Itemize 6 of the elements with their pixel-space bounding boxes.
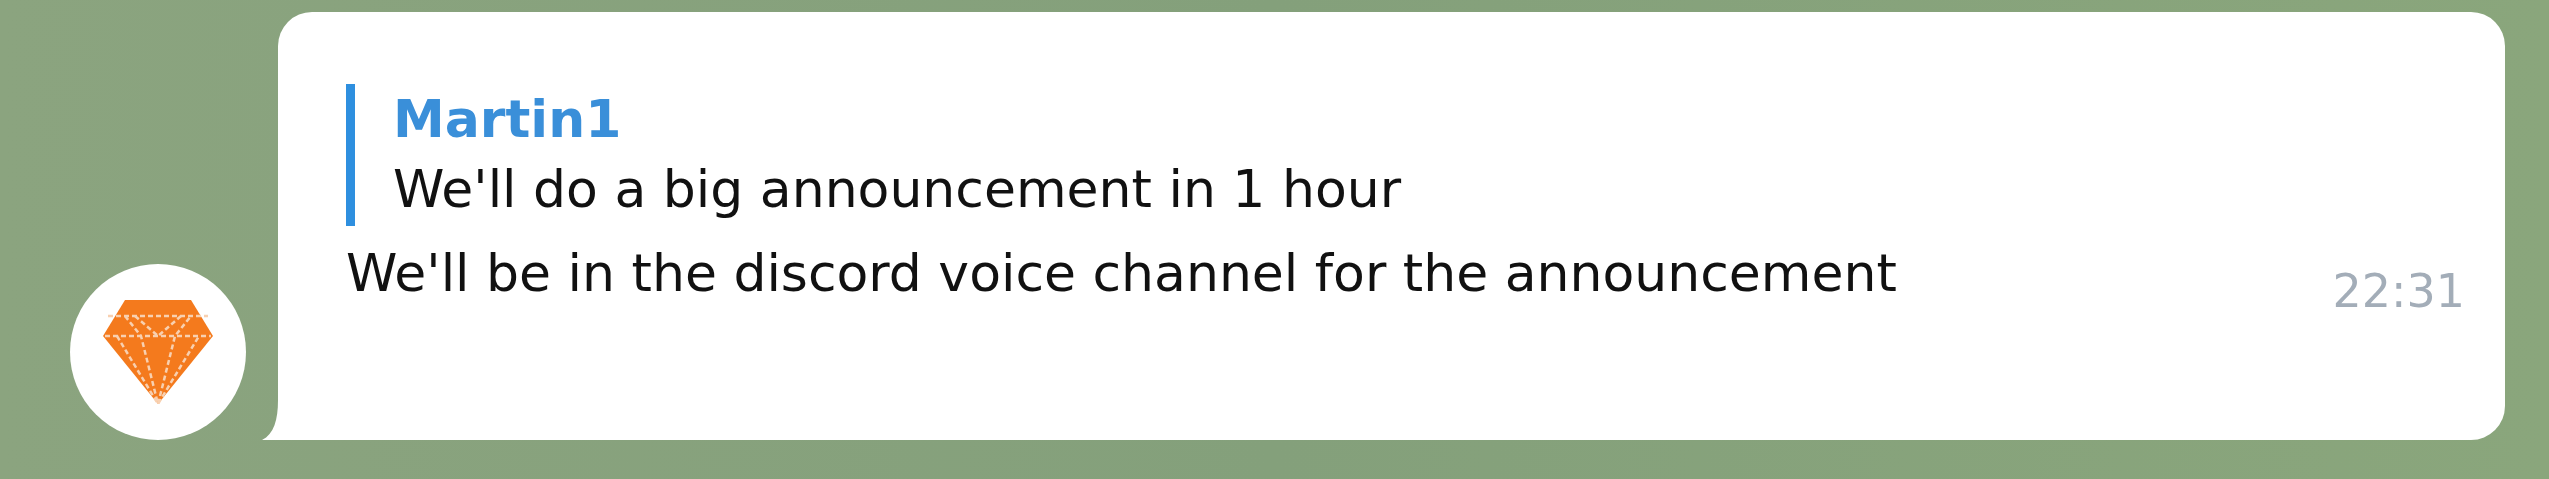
diamond-icon — [103, 300, 213, 404]
reply-author: Martin1 — [393, 90, 623, 150]
message-time: 22:31 — [2332, 264, 2465, 318]
reply-text: We'll do a big announcement in 1 hour — [393, 159, 1402, 220]
message-text: We'll be in the discord voice channel for the announcement — [346, 241, 1897, 304]
reply-quote[interactable]: Martin1 We'll do a big announcement in 1 hour — [346, 84, 1402, 226]
